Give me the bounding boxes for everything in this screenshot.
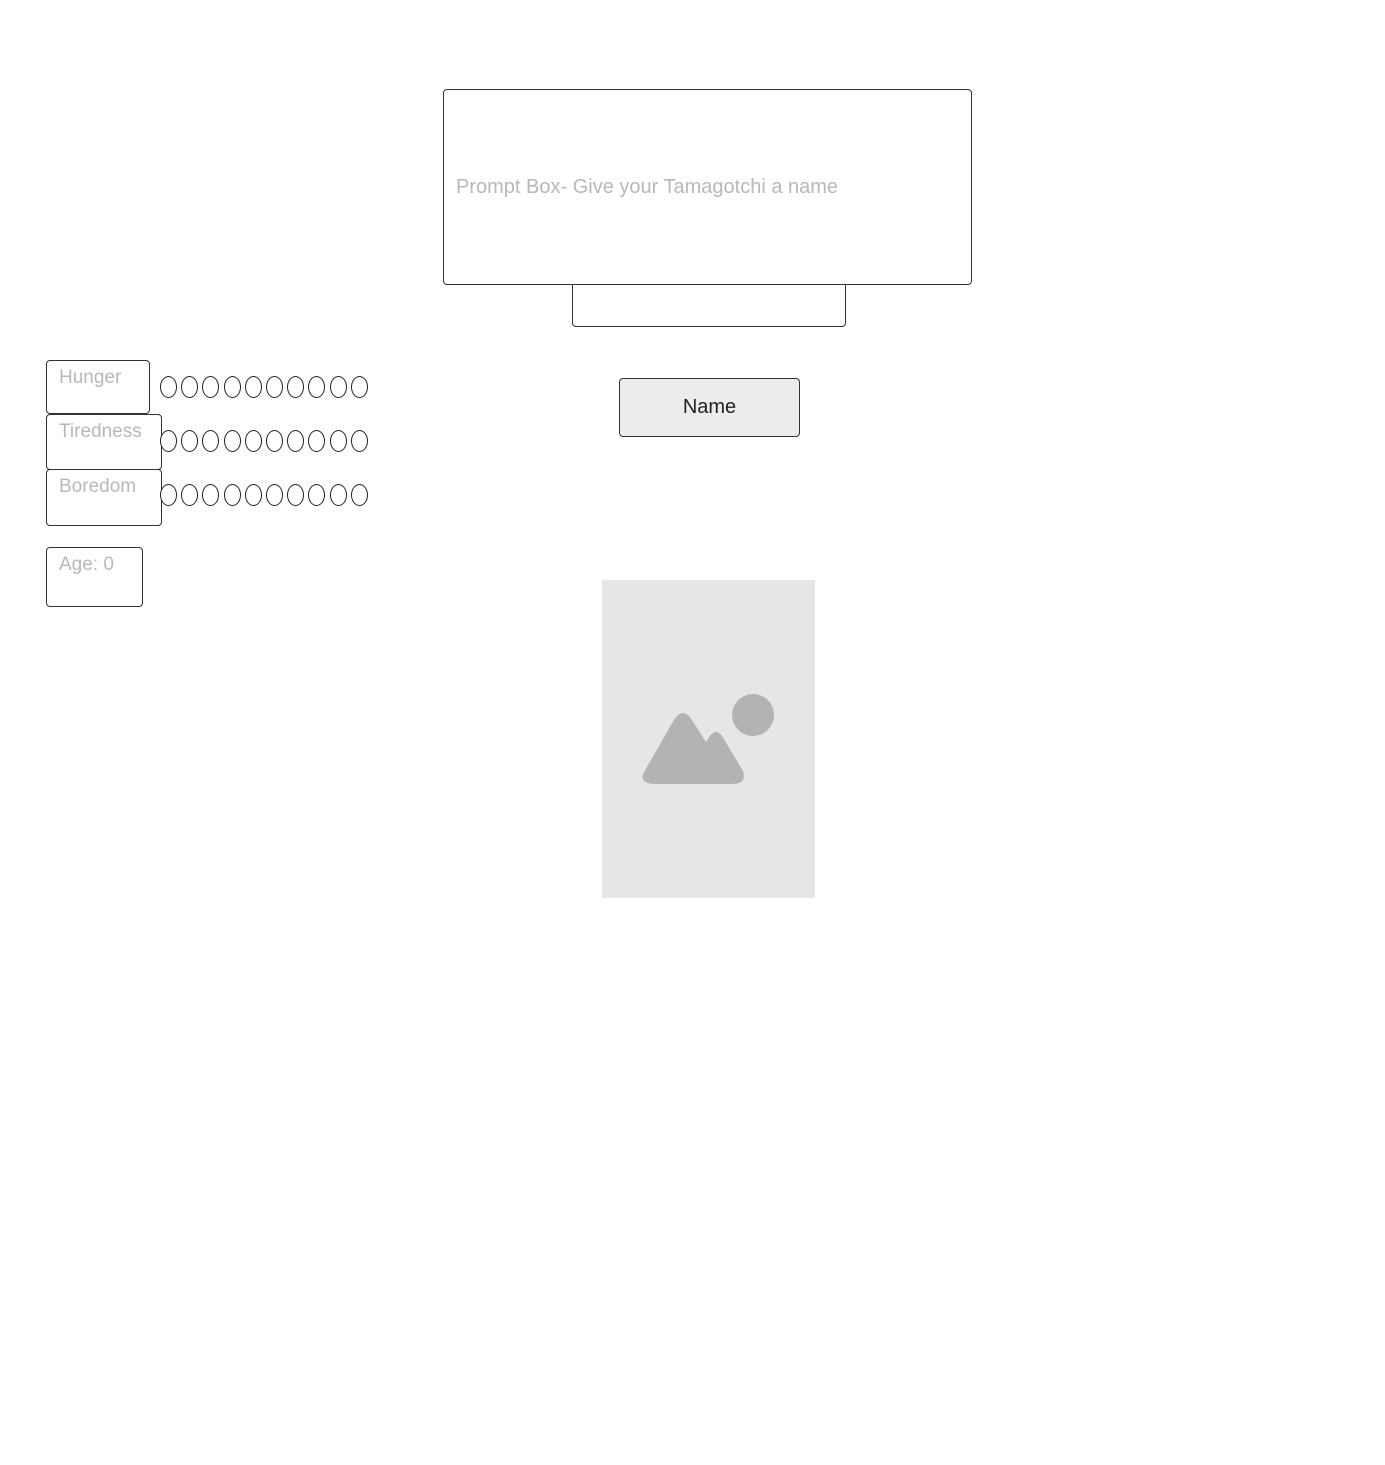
pip-icon <box>160 430 177 452</box>
pip-icon <box>181 430 199 452</box>
hunger-pips <box>160 376 372 398</box>
pip-icon <box>223 430 241 452</box>
pip-icon <box>350 430 368 452</box>
pip-icon <box>181 376 199 398</box>
tiredness-label: Tiredness <box>46 414 162 470</box>
pip-icon <box>287 376 305 398</box>
pip-icon <box>350 484 368 506</box>
pip-icon <box>244 376 262 398</box>
pip-icon <box>202 376 220 398</box>
pip-icon <box>265 430 283 452</box>
pip-icon <box>244 484 262 506</box>
pip-icon <box>287 484 305 506</box>
boredom-pips <box>160 484 372 506</box>
tamagotchi-image <box>602 580 815 898</box>
pip-icon <box>160 376 177 398</box>
prompt-box: Prompt Box- Give your Tamagotchi a name <box>443 89 972 285</box>
pip-icon <box>202 484 220 506</box>
pip-icon <box>265 484 283 506</box>
name-button[interactable]: Name <box>619 378 800 437</box>
pip-icon <box>160 484 177 506</box>
pip-icon <box>265 376 283 398</box>
pip-icon <box>181 484 199 506</box>
age-label: Age: 0 <box>46 547 143 607</box>
mountain-shape <box>642 713 744 784</box>
pip-icon <box>308 484 326 506</box>
pip-icon <box>223 484 241 506</box>
hunger-label: Hunger <box>46 360 150 414</box>
pip-icon <box>329 484 347 506</box>
pip-icon <box>329 430 347 452</box>
boredom-label: Boredom <box>46 469 162 526</box>
pip-icon <box>329 376 347 398</box>
tiredness-pips <box>160 430 372 452</box>
pip-icon <box>287 430 305 452</box>
prompt-text: Prompt Box- Give your Tamagotchi a name <box>456 175 839 198</box>
pip-icon <box>202 430 220 452</box>
pip-icon <box>308 430 326 452</box>
sun-circle <box>732 694 774 736</box>
pip-icon <box>350 376 368 398</box>
pip-icon <box>244 430 262 452</box>
pip-icon <box>308 376 326 398</box>
name-input[interactable] <box>572 285 846 327</box>
pip-icon <box>223 376 241 398</box>
image-placeholder-icon <box>642 694 774 784</box>
